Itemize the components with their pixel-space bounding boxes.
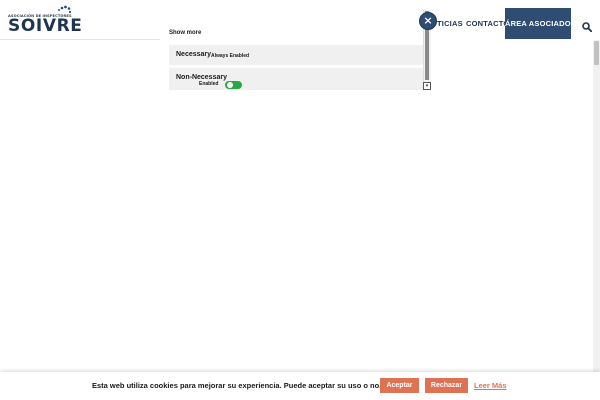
nav-area-asociados[interactable]: ÁREA ASOCIADOS xyxy=(505,8,576,39)
nav-contacto[interactable]: CONTACTO xyxy=(466,8,509,39)
page-scrollbar[interactable] xyxy=(593,40,600,372)
reject-button[interactable]: Rechazar xyxy=(425,378,468,393)
cookie-message: Esta web utiliza cookies para mejorar su… xyxy=(92,381,382,390)
search-icon[interactable] xyxy=(582,22,592,32)
always-enabled-label: Always Enabled xyxy=(211,53,250,59)
non-necessary-toggle[interactable] xyxy=(225,81,242,89)
toggle-knob xyxy=(227,82,233,88)
nav-noticias[interactable]: TICIAS xyxy=(437,8,463,39)
close-button[interactable]: × xyxy=(419,12,437,30)
show-more-link[interactable]: Show more xyxy=(169,30,201,36)
read-more-link[interactable]: Leer Más xyxy=(474,381,507,390)
accept-button[interactable]: Aceptar xyxy=(380,378,419,393)
cookie-consent-bar: Esta web utiliza cookies para mejorar su… xyxy=(0,372,600,400)
page: ASOCIACIÓN DE INSPECTORES SOIVRE TICIAS … xyxy=(0,0,600,400)
logo-title: SOIVRE xyxy=(8,16,83,36)
category-title: Necessary xyxy=(176,51,212,58)
scroll-down-arrow-icon[interactable]: ▾ xyxy=(423,82,431,90)
enabled-label: Enabled xyxy=(199,81,219,87)
page-scrollbar-thumb[interactable] xyxy=(594,41,599,65)
category-title: Non-Necessary xyxy=(176,74,227,81)
category-non-necessary[interactable]: Non-Necessary Enabled xyxy=(169,68,423,90)
category-necessary[interactable]: Necessary Always Enabled xyxy=(169,45,423,65)
cookie-settings-panel: Show more Necessary Always Enabled Non-N… xyxy=(160,10,431,90)
header-divider xyxy=(0,39,160,40)
soivre-logo[interactable]: ASOCIACIÓN DE INSPECTORES SOIVRE xyxy=(8,5,82,35)
